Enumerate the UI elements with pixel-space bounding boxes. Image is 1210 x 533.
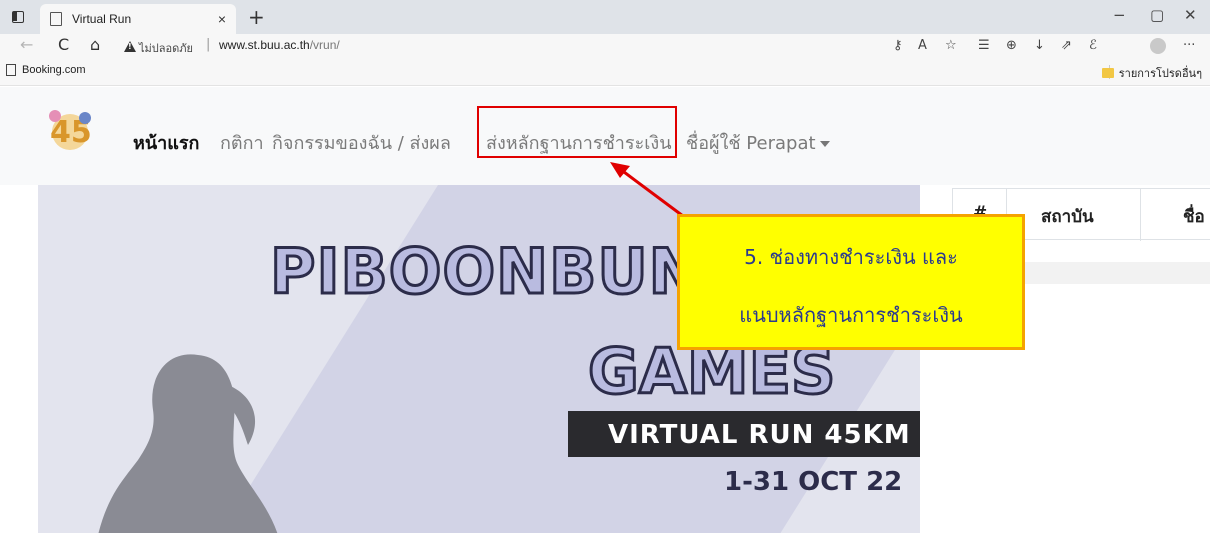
callout-line-1: 5. ช่องทางชำระเงิน และ [744,245,958,269]
url-separator: | [206,37,211,52]
callout-line-2: แนบหลักฐานการชำระเงิน [739,303,963,327]
logo[interactable]: 45 [40,106,100,156]
url-path: /vrun/ [309,38,340,52]
instruction-callout: 5. ช่องทางชำระเงิน และ แนบหลักฐานการชำระ… [677,214,1025,350]
runner-silhouette [98,354,278,533]
downloads-icon[interactable]: ↓ [1034,38,1045,53]
tab-title: Virtual Run [72,12,132,26]
favorite-booking[interactable]: Booking.com [6,64,86,76]
key-icon[interactable]: ⚷ [893,38,903,53]
col-name: ชื่อ [1183,207,1205,227]
divider [1140,189,1141,241]
page-icon [50,12,62,26]
collections-icon[interactable]: ⊕ [1006,38,1017,53]
col-institution: สถาบัน [1041,207,1094,227]
more-icon[interactable]: ··· [1183,38,1195,53]
home-button[interactable]: ⌂ [90,35,100,54]
banner-date: 1-31 OCT 22 [724,467,903,497]
maximize-button[interactable]: ▢ [1150,6,1164,24]
tab-bar: Virtual Run × + − ▢ ✕ [0,0,1210,34]
minimize-button[interactable]: − [1113,6,1126,24]
url-host: www.st.buu.ac.th [219,38,310,52]
profile-icon[interactable] [1150,38,1166,54]
other-favorites[interactable]: รายการโปรดอื่นๆ [1101,64,1202,82]
tab-close-button[interactable]: × [218,11,226,27]
caret-down-icon [819,141,830,147]
new-tab-button[interactable]: + [248,5,265,29]
back-button[interactable]: ← [20,35,33,54]
banner-subtitle: VIRTUAL RUN 45KM [608,420,911,450]
screenshot: Virtual Run × + − ▢ ✕ ← C ⌂ ไม่ปลอดภัย |… [0,0,1210,533]
nav-user-dropdown[interactable]: ชื่อผู้ใช้ Perapat [686,128,830,157]
nav-my-activity[interactable]: กิจกรรมของฉัน / ส่งผล [272,128,451,157]
close-window-button[interactable]: ✕ [1184,6,1197,24]
page-icon [6,64,16,76]
nav-rules[interactable]: กติกา [220,128,264,157]
favorites-bar: Booking.com รายการโปรดอื่นๆ [0,58,1210,86]
extensions-icon[interactable]: ℰ [1089,38,1097,53]
url-input[interactable]: www.st.buu.ac.th/vrun/ [219,38,340,52]
folder-icon [1101,68,1114,78]
not-secure-icon[interactable] [124,41,136,52]
favorite-add-icon[interactable]: ☆ [945,38,957,53]
favorites-icon[interactable]: ☰ [978,38,990,53]
tab-virtual-run[interactable]: Virtual Run × [40,4,236,34]
tab-actions-icon[interactable] [12,11,24,23]
favorite-label: Booking.com [22,64,86,76]
address-bar-row: ← C ⌂ ไม่ปลอดภัย | www.st.buu.ac.th/vrun… [0,34,1210,58]
share-icon[interactable]: ⇗ [1061,38,1072,53]
reload-button[interactable]: C [58,35,69,54]
highlight-box [477,106,677,158]
read-aloud-icon[interactable]: A [918,38,927,53]
nav-user-label: ชื่อผู้ใช้ Perapat [686,133,816,154]
banner-title: PIBOONBUN [269,234,703,310]
nav-home[interactable]: หน้าแรก [133,128,199,157]
not-secure-label[interactable]: ไม่ปลอดภัย [139,39,193,57]
other-favorites-label: รายการโปรดอื่นๆ [1118,67,1202,80]
